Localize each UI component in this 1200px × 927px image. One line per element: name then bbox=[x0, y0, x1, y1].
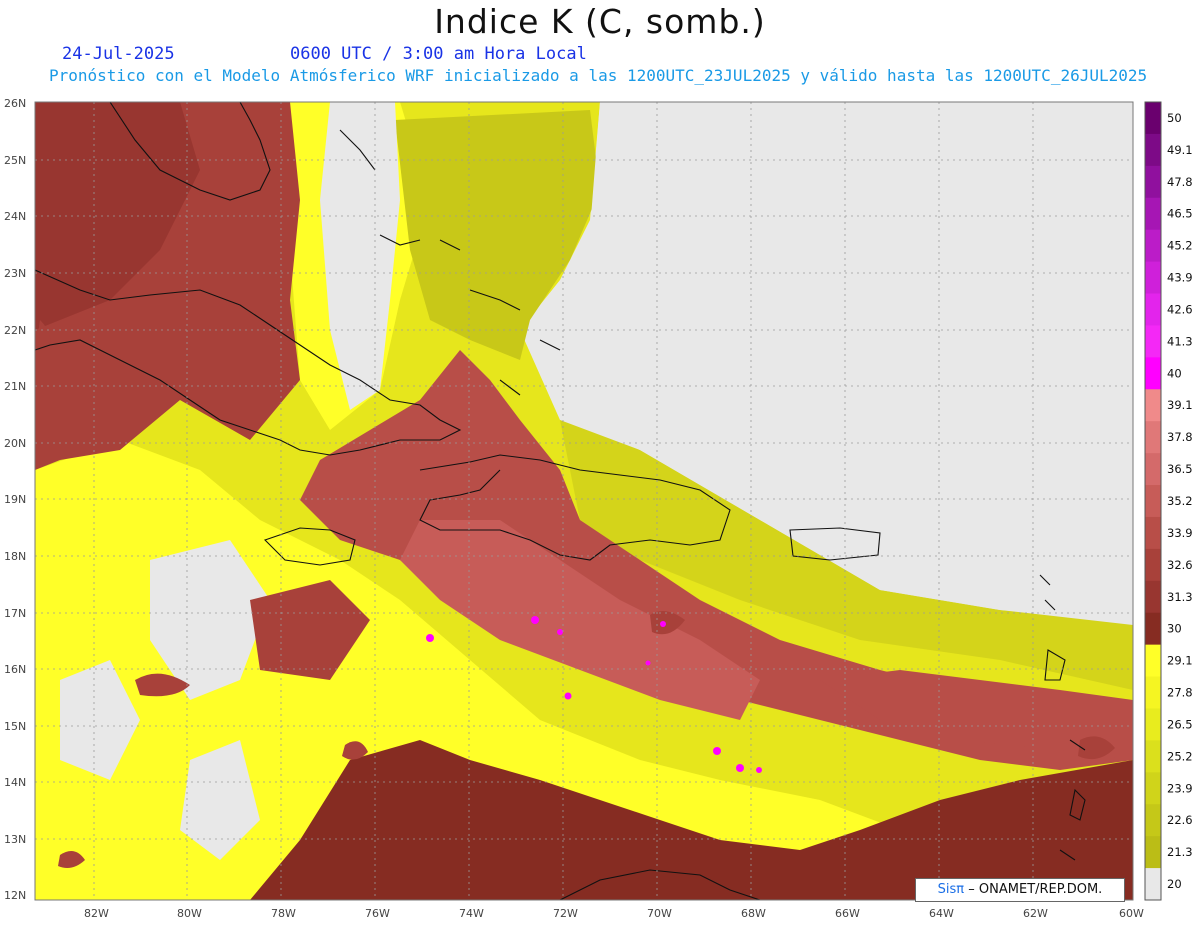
colorbar-swatch bbox=[1145, 548, 1161, 582]
colorbar-swatch bbox=[1145, 772, 1161, 805]
lat-label: 21N bbox=[4, 380, 26, 393]
colorbar-swatch bbox=[1145, 389, 1161, 422]
lat-label: 25N bbox=[4, 154, 26, 167]
lon-label: 76W bbox=[365, 907, 390, 920]
colorbar-label: 23.9 bbox=[1167, 781, 1193, 795]
lat-label: 13N bbox=[4, 833, 26, 846]
colorbar-swatch bbox=[1145, 229, 1161, 263]
colorbar-label: 26.5 bbox=[1167, 717, 1193, 731]
colorbar-label: 46.5 bbox=[1167, 207, 1193, 221]
colorbar-swatch bbox=[1145, 357, 1161, 390]
lat-label: 12N bbox=[4, 889, 26, 902]
colorbar-label: 42.6 bbox=[1167, 302, 1193, 316]
shaded-field bbox=[35, 102, 1133, 900]
colorbar-label: 20 bbox=[1167, 877, 1182, 891]
lon-label: 78W bbox=[271, 907, 296, 920]
colorbar-label: 25.2 bbox=[1167, 749, 1193, 763]
colorbar-swatch bbox=[1145, 804, 1161, 837]
lon-label: 80W bbox=[177, 907, 202, 920]
colorbar-label: 31.3 bbox=[1167, 590, 1193, 604]
lat-label: 14N bbox=[4, 776, 26, 789]
lon-label: 70W bbox=[647, 907, 672, 920]
colorbar-label: 49.1 bbox=[1167, 143, 1193, 157]
lon-label: 66W bbox=[835, 907, 860, 920]
colorbar-swatch bbox=[1145, 325, 1161, 358]
colorbar-swatch bbox=[1145, 676, 1161, 709]
lon-label: 68W bbox=[741, 907, 766, 920]
colorbar-swatch bbox=[1145, 868, 1161, 901]
colorbar-swatch bbox=[1145, 836, 1161, 869]
sistpi-logo: Sisπ bbox=[937, 882, 965, 897]
colorbar-swatch bbox=[1145, 293, 1161, 326]
lat-label: 19N bbox=[4, 493, 26, 506]
colorbar-swatch bbox=[1145, 197, 1161, 231]
colorbar: 50 49.1 47.8 46.5 45.2 43.9 42.6 41.3 40 39.1 37.8… bbox=[1144, 101, 1193, 901]
lat-label: 22N bbox=[4, 324, 26, 337]
colorbar-swatch bbox=[1145, 453, 1161, 486]
colorbar-swatch bbox=[1145, 102, 1161, 135]
k-index-map: 26N 25N 24N 23N 22N 21N 20N 19N 18N 17N … bbox=[4, 97, 1193, 920]
longitude-labels: 82W 80W 78W 76W 74W 72W 70W 68W 66W 64W … bbox=[84, 907, 1144, 920]
colorbar-swatch bbox=[1145, 133, 1161, 167]
colorbar-swatch bbox=[1145, 644, 1161, 678]
lat-label: 26N bbox=[4, 97, 26, 110]
colorbar-label: 50 bbox=[1167, 111, 1182, 125]
colorbar-swatch bbox=[1145, 708, 1161, 741]
lat-label: 24N bbox=[4, 210, 26, 223]
colorbar-swatch bbox=[1145, 261, 1161, 295]
colorbar-label: 22.6 bbox=[1167, 813, 1193, 827]
credit-text: – ONAMET/REP.DOM. bbox=[968, 882, 1103, 897]
colorbar-swatch bbox=[1145, 580, 1161, 614]
lon-label: 74W bbox=[459, 907, 484, 920]
lon-label: 82W bbox=[84, 907, 109, 920]
colorbar-label: 35.2 bbox=[1167, 494, 1193, 508]
colorbar-label: 33.9 bbox=[1167, 526, 1193, 540]
lat-label: 17N bbox=[4, 607, 26, 620]
colorbar-swatch bbox=[1145, 612, 1161, 646]
colorbar-label: 27.8 bbox=[1167, 686, 1193, 700]
lat-label: 20N bbox=[4, 437, 26, 450]
colorbar-swatch bbox=[1145, 485, 1161, 518]
colorbar-label: 41.3 bbox=[1167, 334, 1193, 348]
colorbar-label: 30 bbox=[1167, 622, 1182, 636]
lon-label: 62W bbox=[1023, 907, 1048, 920]
lat-label: 18N bbox=[4, 550, 26, 563]
credit-box: Sisπ – ONAMET/REP.DOM. bbox=[915, 878, 1125, 902]
colorbar-label: 21.3 bbox=[1167, 845, 1193, 859]
colorbar-label: 45.2 bbox=[1167, 239, 1193, 253]
colorbar-label: 47.8 bbox=[1167, 175, 1193, 189]
latitude-labels: 26N 25N 24N 23N 22N 21N 20N 19N 18N 17N … bbox=[4, 97, 26, 902]
colorbar-swatch bbox=[1145, 165, 1161, 199]
colorbar-label: 39.1 bbox=[1167, 398, 1193, 412]
lat-label: 16N bbox=[4, 663, 26, 676]
lon-label: 72W bbox=[553, 907, 578, 920]
colorbar-swatch bbox=[1145, 516, 1161, 550]
colorbar-swatch bbox=[1145, 740, 1161, 773]
colorbar-swatch bbox=[1145, 421, 1161, 454]
colorbar-label: 32.6 bbox=[1167, 558, 1193, 572]
colorbar-label: 36.5 bbox=[1167, 462, 1193, 476]
colorbar-label: 37.8 bbox=[1167, 430, 1193, 444]
colorbar-label: 29.1 bbox=[1167, 654, 1193, 668]
lon-label: 64W bbox=[929, 907, 954, 920]
lat-label: 23N bbox=[4, 267, 26, 280]
lon-label: 60W bbox=[1119, 907, 1144, 920]
colorbar-label: 40 bbox=[1167, 366, 1182, 380]
colorbar-label: 43.9 bbox=[1167, 271, 1193, 285]
lat-label: 15N bbox=[4, 720, 26, 733]
